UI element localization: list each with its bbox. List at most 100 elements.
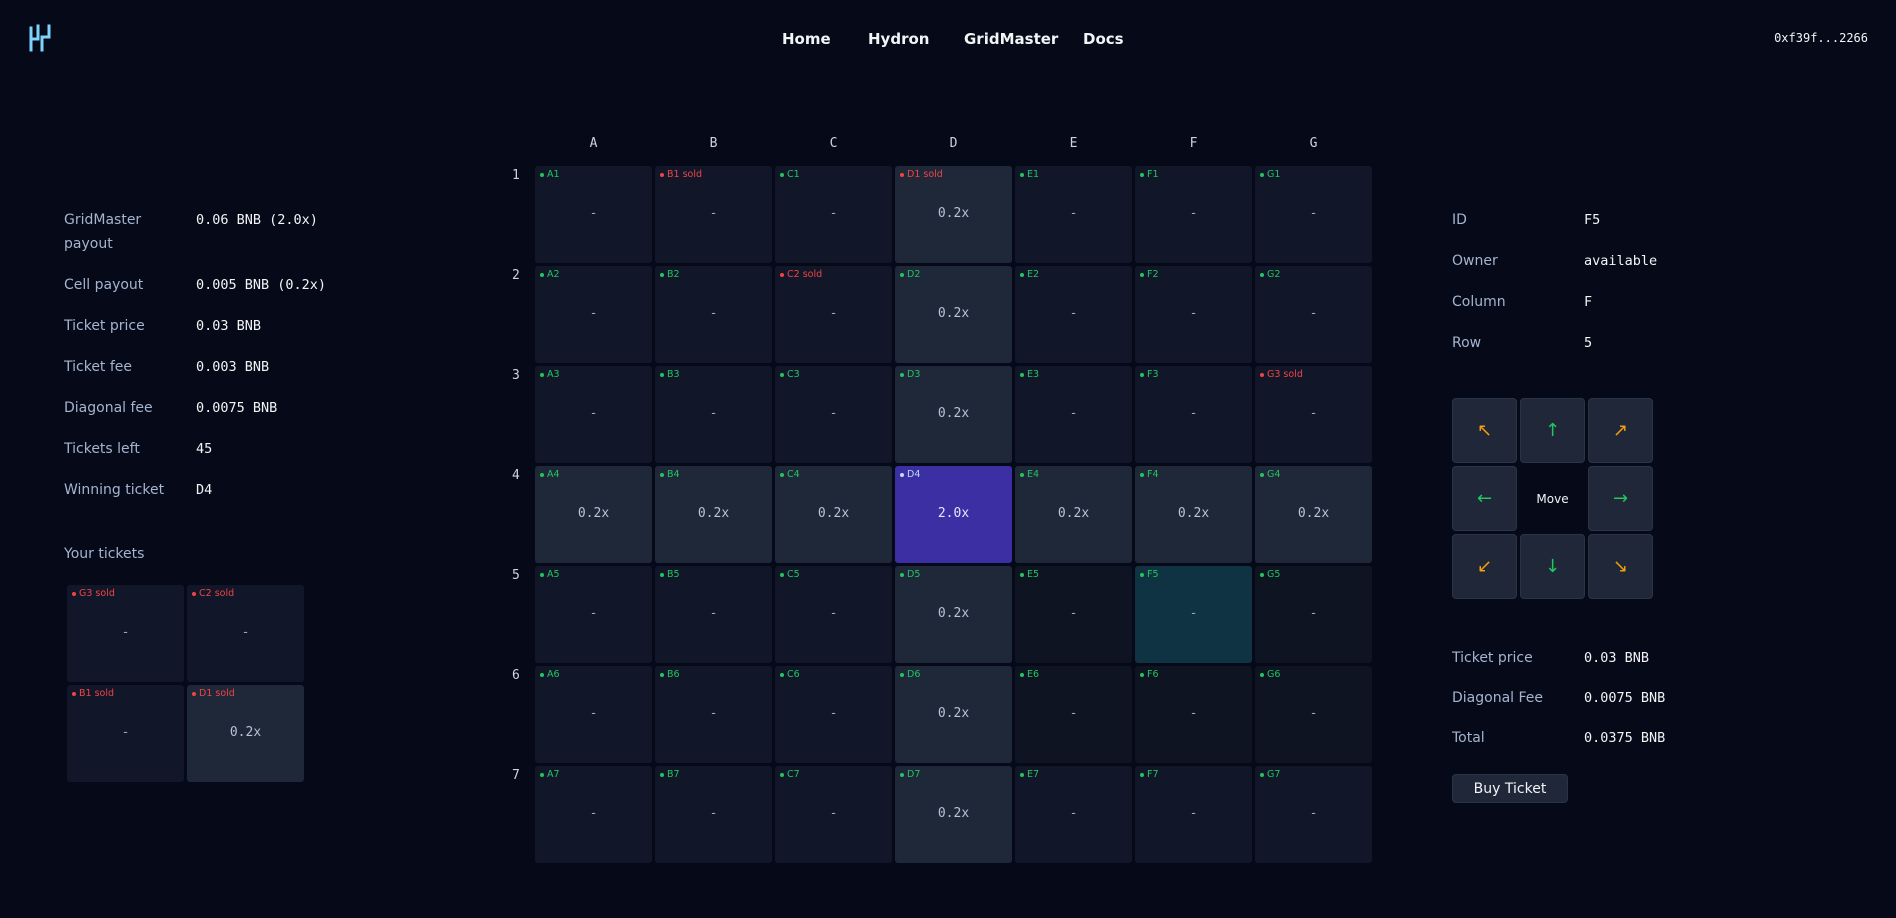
cell-multiplier: 2.0x bbox=[937, 506, 970, 521]
cell-id: D3 bbox=[907, 369, 921, 380]
grid-cell[interactable]: D5 0.2x bbox=[895, 566, 1012, 663]
grid-cell[interactable]: E6 - bbox=[1015, 666, 1132, 763]
grid-cell[interactable]: E4 0.2x bbox=[1015, 466, 1132, 563]
status-dot-icon bbox=[900, 772, 904, 777]
cell-multiplier: - bbox=[589, 706, 598, 721]
grid-cell[interactable]: C1 - bbox=[775, 166, 892, 263]
detail-label: Column bbox=[1452, 294, 1506, 310]
cell-multiplier: - bbox=[709, 606, 718, 621]
grid-cell[interactable]: B2 - bbox=[655, 266, 772, 363]
grid-cell[interactable]: G2 - bbox=[1255, 266, 1372, 363]
grid-cell[interactable]: G3 sold - bbox=[1255, 366, 1372, 463]
nav-gridmaster[interactable]: GridMaster bbox=[964, 30, 1058, 48]
grid-cell[interactable]: F3 - bbox=[1135, 366, 1252, 463]
grid-cell[interactable]: B1 sold - bbox=[655, 166, 772, 263]
column-header: G bbox=[1309, 136, 1318, 151]
grid-cell[interactable]: G6 - bbox=[1255, 666, 1372, 763]
nav-hydron[interactable]: Hydron bbox=[868, 30, 929, 48]
detail-row: Column F bbox=[1452, 290, 1752, 314]
stat-value: 0.005 BNB (0.2x) bbox=[196, 277, 327, 293]
grid-cell[interactable]: B7 - bbox=[655, 766, 772, 863]
cell-id: C5 bbox=[787, 569, 800, 580]
grid-cell[interactable]: D4 2.0x bbox=[895, 466, 1012, 563]
grid-cell[interactable]: F5 - bbox=[1135, 566, 1252, 663]
grid-cell[interactable]: G1 - bbox=[1255, 166, 1372, 263]
buy-ticket-button[interactable]: Buy Ticket bbox=[1452, 774, 1568, 803]
grid-cell[interactable]: E5 - bbox=[1015, 566, 1132, 663]
move-down-left-button[interactable]: ↙ bbox=[1452, 534, 1517, 599]
cell-id: F2 bbox=[1147, 269, 1159, 280]
grid-cell[interactable]: G7 - bbox=[1255, 766, 1372, 863]
cell-status-label: A3 bbox=[540, 369, 560, 380]
cell-status-label: B2 bbox=[660, 269, 680, 280]
move-up-button[interactable]: ↑ bbox=[1520, 398, 1585, 463]
grid-cell[interactable]: G4 0.2x bbox=[1255, 466, 1372, 563]
grid-cell[interactable]: C2 sold - bbox=[775, 266, 892, 363]
move-up-right-button[interactable]: ↗ bbox=[1588, 398, 1653, 463]
grid-cell[interactable]: A6 - bbox=[535, 666, 652, 763]
grid-cell[interactable]: A5 - bbox=[535, 566, 652, 663]
grid-cell[interactable]: F4 0.2x bbox=[1135, 466, 1252, 563]
cell-id: B1 sold bbox=[667, 169, 703, 180]
grid-cell[interactable]: F7 - bbox=[1135, 766, 1252, 863]
grid-cell[interactable]: D1 sold 0.2x bbox=[895, 166, 1012, 263]
grid-cell[interactable]: C6 - bbox=[775, 666, 892, 763]
wallet-address[interactable]: 0xf39f...2266 bbox=[1774, 31, 1868, 45]
move-left-button[interactable]: ← bbox=[1452, 466, 1517, 531]
hydron-logo-icon[interactable] bbox=[28, 22, 52, 54]
cell-multiplier: 0.2x bbox=[577, 506, 610, 521]
grid-cell[interactable]: B1 sold - bbox=[67, 685, 184, 782]
move-down-button[interactable]: ↓ bbox=[1520, 534, 1585, 599]
game-stats: GridMaster payout 0.06 BNB (2.0x) Cell p… bbox=[64, 208, 364, 519]
grid-cell[interactable]: E2 - bbox=[1015, 266, 1132, 363]
cell-multiplier: - bbox=[1309, 406, 1318, 421]
status-dot-icon bbox=[900, 572, 904, 577]
grid-cell[interactable]: C4 0.2x bbox=[775, 466, 892, 563]
grid-cell[interactable]: B6 - bbox=[655, 666, 772, 763]
grid-cell[interactable]: D3 0.2x bbox=[895, 366, 1012, 463]
stat-value: 45 bbox=[196, 441, 213, 457]
grid-cell[interactable]: B5 - bbox=[655, 566, 772, 663]
cell-status-label: B3 bbox=[660, 369, 680, 380]
cell-multiplier: - bbox=[589, 406, 598, 421]
grid-cell[interactable]: E1 - bbox=[1015, 166, 1132, 263]
grid-cell[interactable]: F6 - bbox=[1135, 666, 1252, 763]
cell-status-label: B7 bbox=[660, 769, 680, 780]
grid-cell[interactable]: G3 sold - bbox=[67, 585, 184, 682]
move-down-right-button[interactable]: ↘ bbox=[1588, 534, 1653, 599]
cell-status-label: D2 bbox=[900, 269, 920, 280]
cost-label: Total bbox=[1452, 730, 1485, 746]
grid-cell[interactable]: D6 0.2x bbox=[895, 666, 1012, 763]
grid-cell[interactable]: E3 - bbox=[1015, 366, 1132, 463]
grid-cell[interactable]: B4 0.2x bbox=[655, 466, 772, 563]
cost-label: Diagonal Fee bbox=[1452, 690, 1544, 706]
nav-home[interactable]: Home bbox=[782, 30, 831, 48]
grid-cell[interactable]: A7 - bbox=[535, 766, 652, 863]
grid-cell[interactable]: F1 - bbox=[1135, 166, 1252, 263]
nav-docs[interactable]: Docs bbox=[1083, 30, 1124, 48]
grid-cell[interactable]: A4 0.2x bbox=[535, 466, 652, 563]
cell-multiplier: - bbox=[1189, 806, 1198, 821]
grid-cell[interactable]: G5 - bbox=[1255, 566, 1372, 663]
grid-cell[interactable]: A3 - bbox=[535, 366, 652, 463]
row-header: 2 bbox=[512, 268, 520, 283]
grid-cell[interactable]: B3 - bbox=[655, 366, 772, 463]
grid-cell[interactable]: C7 - bbox=[775, 766, 892, 863]
grid-cell[interactable]: D1 sold 0.2x bbox=[187, 685, 304, 782]
move-up-left-button[interactable]: ↖ bbox=[1452, 398, 1517, 463]
move-right-button[interactable]: → bbox=[1588, 466, 1653, 531]
grid-cell[interactable]: E7 - bbox=[1015, 766, 1132, 863]
grid-cell[interactable]: A2 - bbox=[535, 266, 652, 363]
move-pad: ↖ ↑ ↗ ← Move → ↙ ↓ ↘ bbox=[1452, 398, 1653, 599]
cell-status-label: G1 bbox=[1260, 169, 1280, 180]
grid-cell[interactable]: C2 sold - bbox=[187, 585, 304, 682]
grid-cell[interactable]: C3 - bbox=[775, 366, 892, 463]
stat-row: Cell payout 0.005 BNB (0.2x) bbox=[64, 273, 364, 297]
grid-cell[interactable]: A1 - bbox=[535, 166, 652, 263]
grid-cell[interactable]: F2 - bbox=[1135, 266, 1252, 363]
grid-cell[interactable]: C5 - bbox=[775, 566, 892, 663]
grid-cell[interactable]: D2 0.2x bbox=[895, 266, 1012, 363]
detail-value: F5 bbox=[1584, 212, 1601, 228]
cost-value: 0.03 BNB bbox=[1584, 650, 1650, 666]
grid-cell[interactable]: D7 0.2x bbox=[895, 766, 1012, 863]
